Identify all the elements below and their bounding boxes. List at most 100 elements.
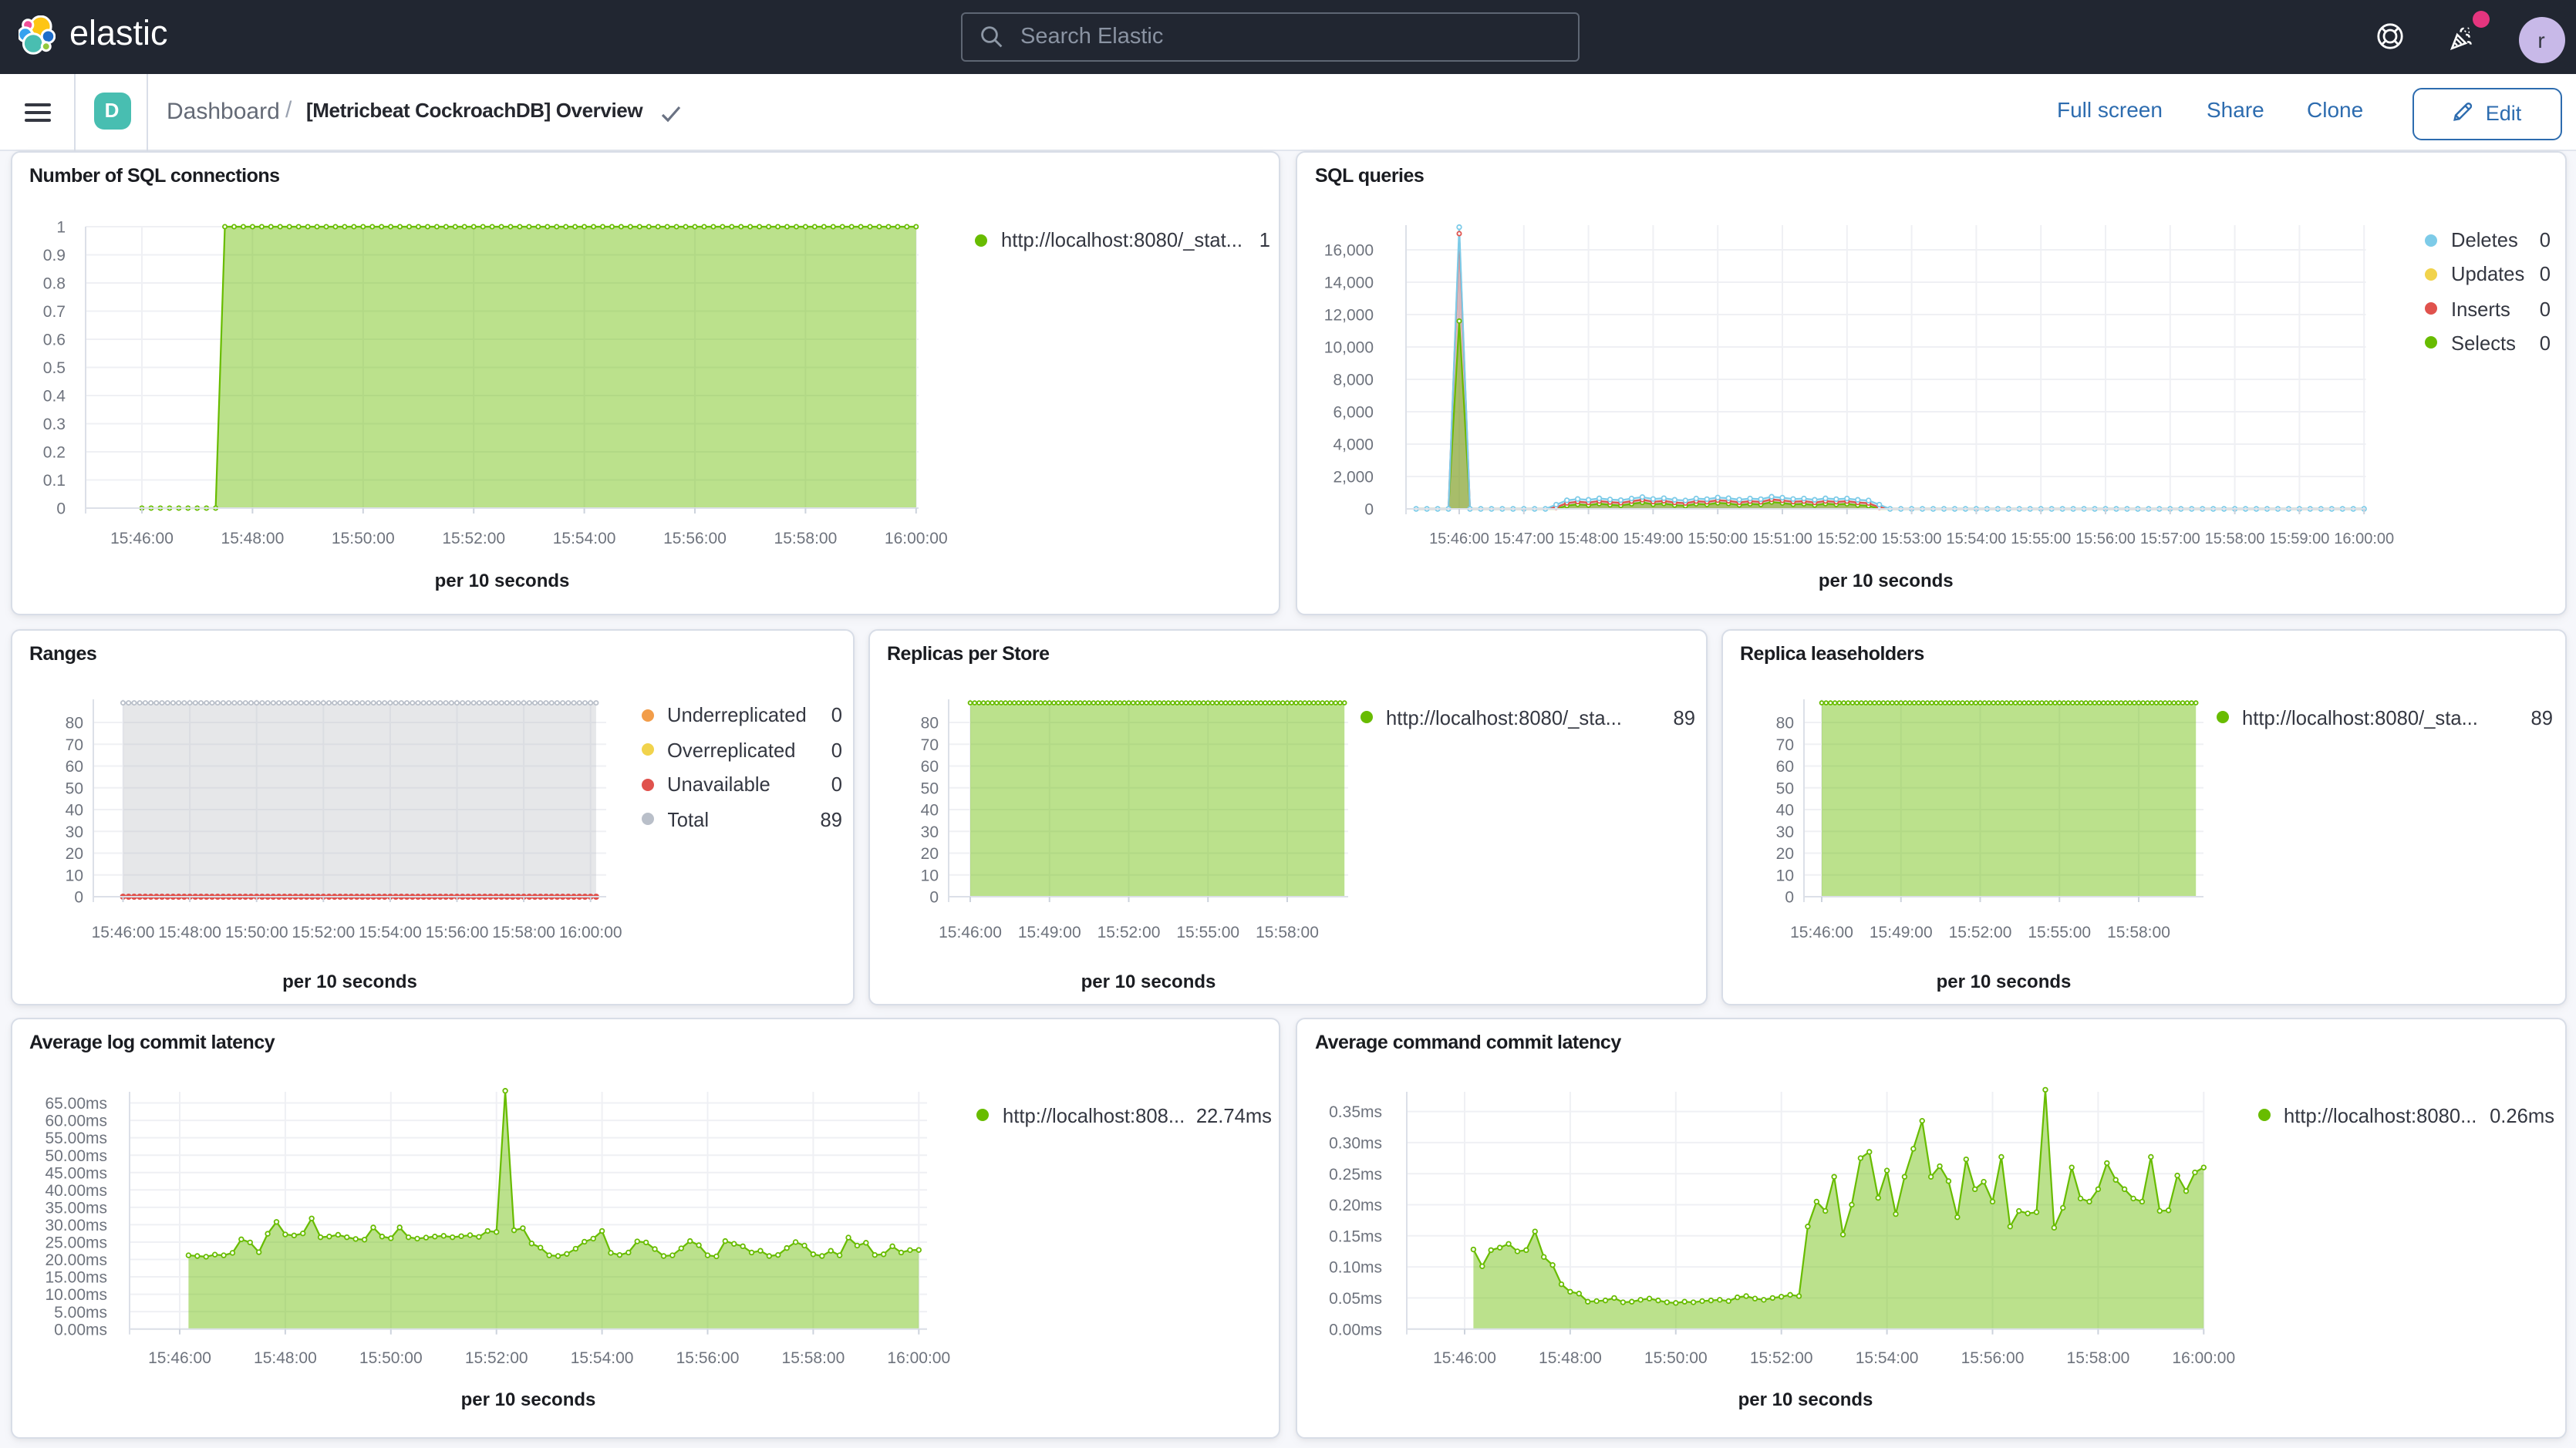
svg-text:2,000: 2,000: [1333, 468, 1374, 486]
svg-text:14,000: 14,000: [1324, 274, 1374, 291]
svg-text:40: 40: [920, 802, 938, 820]
svg-text:30: 30: [65, 823, 83, 841]
svg-text:15:54:00: 15:54:00: [1856, 1349, 1919, 1367]
svg-text:10.00ms: 10.00ms: [44, 1286, 106, 1304]
svg-text:16:00:00: 16:00:00: [558, 924, 622, 941]
svg-text:0.8: 0.8: [42, 274, 65, 292]
svg-text:20: 20: [1775, 845, 1793, 863]
svg-text:15:56:00: 15:56:00: [425, 924, 488, 941]
svg-text:0.5: 0.5: [42, 359, 65, 376]
svg-text:15:53:00: 15:53:00: [1882, 530, 1942, 547]
svg-text:15:55:00: 15:55:00: [2027, 924, 2090, 941]
svg-text:10: 10: [65, 867, 83, 884]
svg-text:20: 20: [65, 845, 83, 863]
svg-text:5.00ms: 5.00ms: [53, 1304, 106, 1322]
svg-text:40.00ms: 40.00ms: [44, 1182, 106, 1200]
svg-text:0.1: 0.1: [42, 471, 65, 489]
svg-text:35.00ms: 35.00ms: [44, 1199, 106, 1217]
svg-text:per 10 seconds: per 10 seconds: [434, 570, 569, 591]
svg-text:per 10 seconds: per 10 seconds: [1936, 972, 2071, 992]
svg-text:per 10 seconds: per 10 seconds: [1738, 1389, 1873, 1410]
svg-text:15:58:00: 15:58:00: [491, 924, 555, 941]
svg-text:15:52:00: 15:52:00: [464, 1349, 528, 1367]
svg-text:15:52:00: 15:52:00: [1750, 1349, 1813, 1367]
svg-text:40: 40: [65, 802, 83, 820]
svg-text:0.20ms: 0.20ms: [1329, 1197, 1382, 1214]
svg-text:10,000: 10,000: [1324, 338, 1374, 356]
svg-text:10: 10: [920, 867, 938, 884]
svg-text:15:52:00: 15:52:00: [1817, 530, 1877, 547]
svg-text:8,000: 8,000: [1333, 371, 1374, 389]
svg-text:12,000: 12,000: [1324, 306, 1374, 324]
svg-text:60: 60: [1775, 758, 1793, 776]
svg-text:per 10 seconds: per 10 seconds: [460, 1389, 595, 1410]
svg-text:15:46:00: 15:46:00: [1433, 1349, 1496, 1367]
svg-text:0: 0: [929, 889, 938, 907]
svg-text:70: 70: [65, 736, 83, 754]
svg-text:15.00ms: 15.00ms: [44, 1269, 106, 1287]
svg-text:15:46:00: 15:46:00: [91, 924, 154, 941]
svg-text:0.7: 0.7: [42, 302, 65, 320]
svg-text:15:58:00: 15:58:00: [774, 529, 837, 547]
svg-text:per 10 seconds: per 10 seconds: [282, 972, 416, 992]
svg-text:15:46:00: 15:46:00: [938, 924, 1001, 941]
svg-text:70: 70: [920, 736, 938, 754]
svg-text:15:48:00: 15:48:00: [1559, 530, 1619, 547]
svg-text:1: 1: [56, 218, 65, 236]
svg-text:16:00:00: 16:00:00: [884, 529, 947, 547]
svg-text:15:51:00: 15:51:00: [1752, 530, 1812, 547]
svg-text:25.00ms: 25.00ms: [44, 1234, 106, 1252]
svg-text:15:52:00: 15:52:00: [291, 924, 354, 941]
svg-text:20: 20: [920, 845, 938, 863]
svg-text:60.00ms: 60.00ms: [44, 1113, 106, 1130]
svg-text:0.00ms: 0.00ms: [53, 1321, 106, 1339]
svg-text:15:54:00: 15:54:00: [358, 924, 421, 941]
svg-text:40: 40: [1775, 802, 1793, 820]
svg-text:0.10ms: 0.10ms: [1329, 1259, 1382, 1277]
svg-text:15:52:00: 15:52:00: [1948, 924, 2011, 941]
svg-text:0.30ms: 0.30ms: [1329, 1135, 1382, 1153]
svg-text:50.00ms: 50.00ms: [44, 1147, 106, 1165]
svg-text:15:50:00: 15:50:00: [359, 1349, 422, 1367]
svg-text:30: 30: [1775, 823, 1793, 841]
svg-text:15:49:00: 15:49:00: [1623, 530, 1683, 547]
svg-text:15:50:00: 15:50:00: [1644, 1349, 1708, 1367]
svg-text:0: 0: [56, 500, 65, 517]
svg-text:15:56:00: 15:56:00: [663, 529, 726, 547]
svg-text:45.00ms: 45.00ms: [44, 1164, 106, 1182]
svg-text:15:52:00: 15:52:00: [1097, 924, 1160, 941]
svg-text:15:46:00: 15:46:00: [110, 529, 173, 547]
svg-text:70: 70: [1775, 736, 1793, 754]
svg-text:15:58:00: 15:58:00: [2067, 1349, 2130, 1367]
svg-text:15:48:00: 15:48:00: [221, 529, 284, 547]
svg-text:15:58:00: 15:58:00: [2106, 924, 2170, 941]
svg-text:15:58:00: 15:58:00: [2205, 530, 2265, 547]
svg-text:20.00ms: 20.00ms: [44, 1251, 106, 1269]
svg-text:80: 80: [65, 715, 83, 732]
svg-text:10: 10: [1775, 867, 1793, 884]
svg-text:15:46:00: 15:46:00: [1789, 924, 1853, 941]
svg-text:0.6: 0.6: [42, 331, 65, 349]
svg-text:16:00:00: 16:00:00: [2172, 1349, 2235, 1367]
svg-text:60: 60: [920, 758, 938, 776]
svg-text:55.00ms: 55.00ms: [44, 1130, 106, 1147]
svg-text:15:59:00: 15:59:00: [2269, 530, 2329, 547]
svg-text:15:58:00: 15:58:00: [1255, 924, 1318, 941]
svg-text:15:58:00: 15:58:00: [781, 1349, 845, 1367]
svg-text:15:48:00: 15:48:00: [253, 1349, 316, 1367]
svg-text:15:46:00: 15:46:00: [1429, 530, 1489, 547]
svg-text:80: 80: [1775, 715, 1793, 732]
svg-text:15:48:00: 15:48:00: [1539, 1349, 1602, 1367]
svg-text:50: 50: [920, 780, 938, 797]
svg-text:per 10 seconds: per 10 seconds: [1819, 570, 1954, 591]
svg-text:0.35ms: 0.35ms: [1329, 1103, 1382, 1121]
svg-text:15:50:00: 15:50:00: [224, 924, 288, 941]
svg-text:16:00:00: 16:00:00: [2334, 530, 2394, 547]
svg-text:15:55:00: 15:55:00: [2011, 530, 2071, 547]
svg-text:0: 0: [73, 889, 83, 907]
svg-text:per 10 seconds: per 10 seconds: [1081, 972, 1216, 992]
svg-text:65.00ms: 65.00ms: [44, 1095, 106, 1113]
svg-text:15:54:00: 15:54:00: [1946, 530, 2006, 547]
svg-text:0: 0: [1784, 889, 1793, 907]
svg-text:0.25ms: 0.25ms: [1329, 1166, 1382, 1184]
